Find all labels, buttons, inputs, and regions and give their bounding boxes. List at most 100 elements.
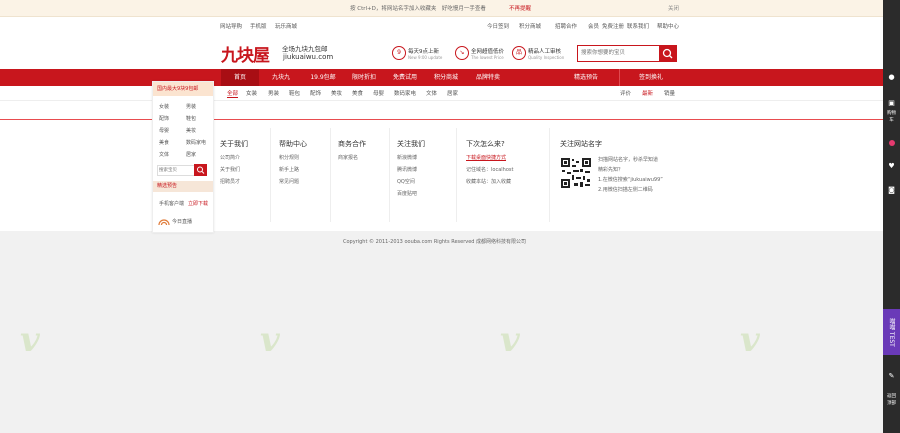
feature-sub: The lowest Price: [471, 55, 504, 60]
top-link-right[interactable]: 今日签到: [487, 22, 509, 30]
notice-close-button[interactable]: 关闭: [668, 4, 679, 12]
sidebar-preview-strip[interactable]: 精选预告: [153, 181, 213, 192]
top-link[interactable]: 手机版: [250, 22, 267, 30]
sidebar-category[interactable]: 男装: [186, 103, 196, 110]
notice-stop-link[interactable]: 不再提醒: [509, 4, 531, 12]
nav-item-home[interactable]: 首页: [221, 69, 259, 86]
sidebar-category[interactable]: 数码家电: [186, 139, 206, 146]
sidebar-app-link[interactable]: 立即下载: [188, 200, 208, 207]
back-to-top-label[interactable]: 返回顶部: [887, 393, 896, 407]
category-item[interactable]: 鞋包: [289, 89, 300, 97]
sidebar-category[interactable]: 女装: [159, 103, 169, 110]
footer-link[interactable]: 腾讯微博: [397, 164, 425, 176]
nav-item[interactable]: 品牌特卖: [468, 69, 508, 86]
sidebar-category[interactable]: 文体: [159, 151, 169, 158]
category-item[interactable]: 全部: [227, 89, 239, 98]
sort-item[interactable]: 最新: [642, 89, 653, 97]
category-item[interactable]: 母婴: [373, 89, 384, 97]
footer-column-title: 关注网站名字: [560, 140, 602, 148]
footer-link[interactable]: 积分规则: [279, 152, 307, 164]
footer-column-title: 下次怎么来?: [466, 140, 505, 148]
qr-code-icon: [560, 157, 592, 189]
category-item[interactable]: 女装: [246, 89, 257, 97]
sort-item[interactable]: 评价: [620, 89, 631, 97]
category-item[interactable]: 居家: [447, 89, 458, 97]
sidebar-category[interactable]: 美食: [159, 139, 169, 146]
logo-tagline: 全场九块九包邮: [282, 45, 328, 53]
nav-item[interactable]: 限时折扣: [345, 69, 383, 86]
cart-icon[interactable]: ▣: [887, 99, 896, 108]
heart-icon[interactable]: ♥: [887, 162, 896, 171]
search-input[interactable]: [578, 46, 662, 59]
footer-column-title: 关于我们: [220, 140, 248, 148]
footer-column-business: 商务合作 商家报名: [338, 139, 366, 164]
category-bar: 全部 女装 男装 鞋包 配饰 美妆 美食 母婴 数码家电 文体 居家 评价 最新…: [0, 86, 883, 101]
nav-item[interactable]: 九块九: [262, 69, 300, 86]
wechat-line: 精彩先知？: [598, 167, 624, 173]
history-icon[interactable]: ◙: [887, 186, 896, 195]
footer-column-return: 下次怎么来? 下载桌面快捷方式 记住域名：localhost 收藏本站：加入收藏: [466, 139, 513, 188]
wechat-line: 2.用微信扫描左侧二维码: [598, 187, 653, 193]
edit-icon[interactable]: ✎: [887, 372, 896, 381]
footer-link[interactable]: 常见问题: [279, 176, 307, 188]
category-item[interactable]: 数码家电: [394, 89, 416, 97]
footer-link[interactable]: 百度贴吧: [397, 188, 425, 200]
nav-item[interactable]: 积分商城: [427, 69, 465, 86]
divider: [456, 128, 457, 222]
top-link-right[interactable]: 招聘合作: [555, 22, 577, 30]
search-icon: [662, 48, 673, 59]
top-link-right[interactable]: 免费注册: [602, 22, 624, 30]
sidebar-search-input[interactable]: [157, 165, 195, 176]
feature-sub: Quality Inspection: [528, 55, 565, 60]
divider: [270, 128, 271, 222]
feature-title: 每天9点上新: [408, 49, 439, 55]
category-item[interactable]: 文体: [426, 89, 437, 97]
footer-column-title: 商务合作: [338, 140, 366, 148]
signin-label: 签到换礼: [638, 74, 663, 81]
footer-link[interactable]: 下载桌面快捷方式: [466, 152, 513, 164]
sidebar-category[interactable]: 居家: [186, 151, 196, 158]
sidebar-category[interactable]: 美妆: [186, 127, 196, 134]
category-item[interactable]: 配饰: [310, 89, 321, 97]
test-tab[interactable]: 喵喵 TEST: [883, 309, 900, 355]
footer-link[interactable]: 关于我们: [220, 164, 248, 176]
top-link-right[interactable]: 积分商城: [519, 22, 541, 30]
nav-item[interactable]: 19.9包邮: [303, 69, 343, 86]
nav-item-preview[interactable]: 精选预告: [568, 69, 604, 86]
divider: [389, 128, 390, 222]
sidebar-category[interactable]: 鞋包: [186, 115, 196, 122]
category-item[interactable]: 美食: [352, 89, 363, 97]
category-item[interactable]: 美妆: [331, 89, 342, 97]
footer-link[interactable]: 记住域名：localhost: [466, 164, 513, 176]
top-link-right[interactable]: 联系我们: [627, 22, 649, 30]
feature-title: 精品人工审核: [528, 49, 562, 55]
footer-link[interactable]: 收藏本站：加入收藏: [466, 176, 513, 188]
cart-badge: [889, 140, 895, 146]
logo-url: jiukuaiwu.com: [283, 53, 334, 61]
top-link[interactable]: 网站导购: [220, 22, 242, 30]
footer-link[interactable]: 商家报名: [338, 152, 366, 164]
footer-link[interactable]: 招聘员才: [220, 176, 248, 188]
sidebar-search-button[interactable]: [194, 164, 207, 176]
footer-link[interactable]: QQ空间: [397, 176, 425, 188]
sidebar-category[interactable]: 配饰: [159, 115, 169, 122]
site-header: 九块屋 全场九块九包邮 jiukuaiwu.com 9 每天9点上新 New 9…: [0, 34, 883, 69]
user-icon[interactable]: ●: [887, 73, 896, 82]
footer-link[interactable]: 新手上路: [279, 164, 307, 176]
top-link-right[interactable]: 帮助中心: [657, 22, 679, 30]
category-item[interactable]: 男装: [268, 89, 279, 97]
top-link[interactable]: 玩乐商城: [275, 22, 297, 30]
nav-item[interactable]: 免费试用: [386, 69, 424, 86]
footer-link[interactable]: 公司简介: [220, 152, 248, 164]
sidebar-live-label[interactable]: 今日直播: [172, 218, 192, 225]
wechat-line: 1.在微信搜索“jiukuaiwu99”: [598, 177, 663, 183]
footer-link[interactable]: 新浪微博: [397, 152, 425, 164]
notice-message: 按 Ctrl+D，将网站名字加入收藏夹 好吃慢月一手查看: [350, 6, 486, 12]
sidebar-category[interactable]: 母婴: [159, 127, 169, 134]
search-button[interactable]: [659, 45, 677, 62]
signin-button[interactable]: 签到换礼: [619, 69, 682, 86]
site-logo[interactable]: 九块屋: [221, 41, 270, 66]
sort-item[interactable]: 销量: [664, 89, 675, 97]
top-link-right[interactable]: 会员: [588, 22, 599, 30]
watermark: v: [500, 320, 520, 360]
